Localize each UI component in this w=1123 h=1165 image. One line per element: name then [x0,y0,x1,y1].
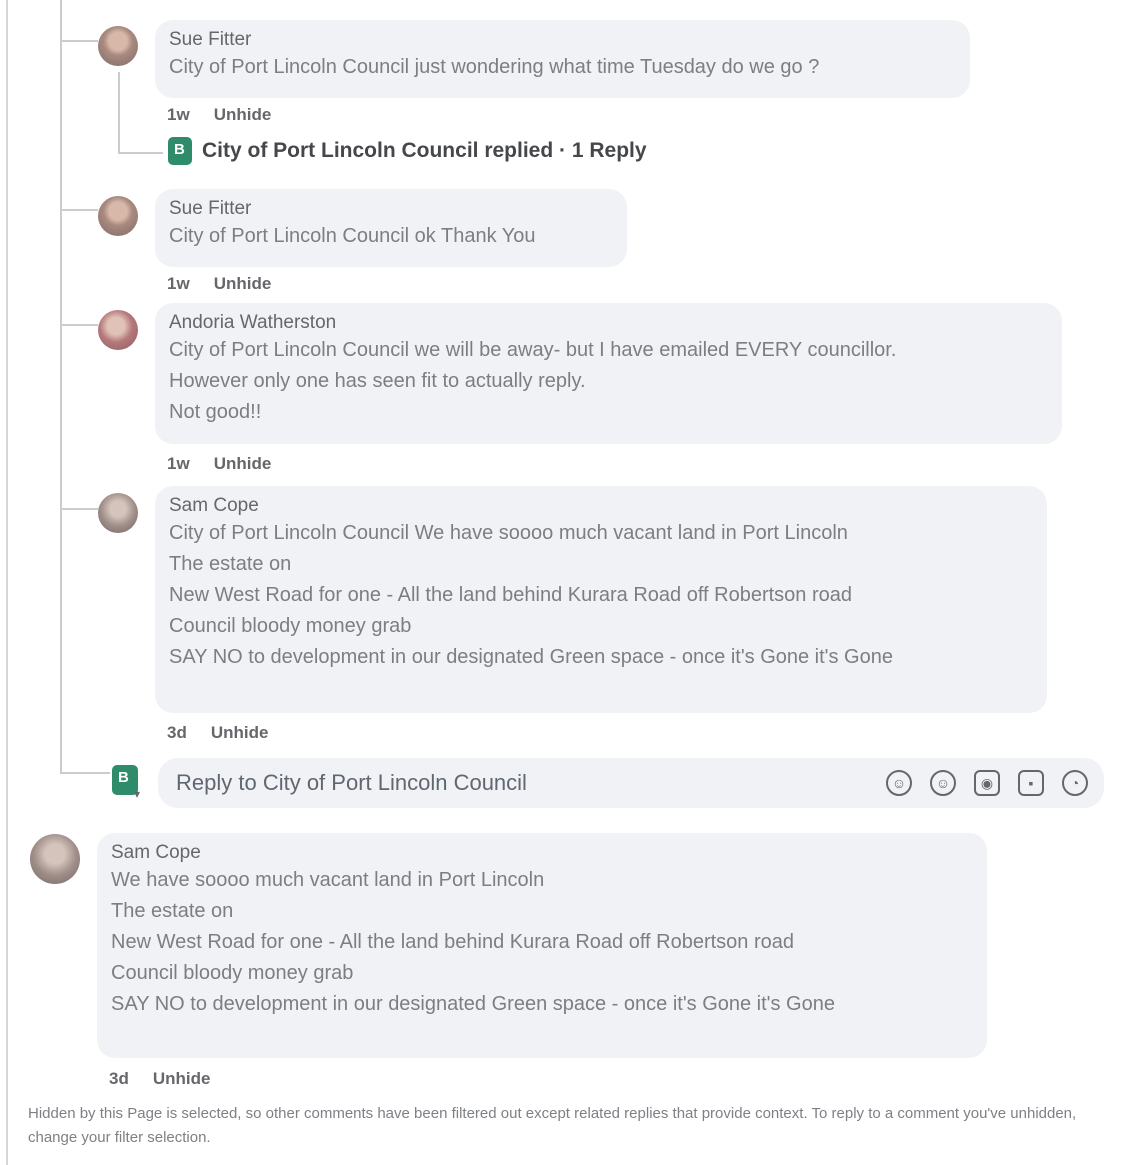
thread-connector [60,40,98,42]
comment-text: City of Port Lincoln Council We have soo… [169,522,848,544]
comment-author[interactable]: Sue Fitter [169,197,613,221]
comment-text: Council bloody money grab [169,615,412,637]
comment-text: However only one has seen fit to actuall… [169,370,586,392]
comment-time[interactable]: 1w [167,274,190,294]
gif-icon[interactable]: ▪ [1018,770,1044,796]
unhide-button[interactable]: Unhide [214,105,272,125]
thread-connector [60,209,98,211]
emoji-icon[interactable]: ☺ [930,770,956,796]
camera-icon[interactable]: ◉ [974,770,1000,796]
comment-time[interactable]: 1w [167,454,190,474]
comment-text: We have soooo much vacant land in Port L… [111,869,545,891]
comment-bubble: Sue Fitter City of Port Lincoln Council … [155,189,627,267]
comment-text: City of Port Lincoln Council we will be … [169,339,897,361]
comment-text: New West Road for one - All the land beh… [169,584,852,606]
comment-author[interactable]: Andoria Watherston [169,311,1048,335]
thread-connector [60,324,98,326]
avatar[interactable] [98,310,138,350]
comment-text: City of Port Lincoln Council just wonder… [169,56,820,78]
comment-bubble: Sam Cope We have soooo much vacant land … [97,833,987,1058]
comment-author[interactable]: Sam Cope [111,841,973,865]
comment-text: SAY NO to development in our designated … [111,993,835,1015]
comment-bubble: Andoria Watherston City of Port Lincoln … [155,303,1062,444]
comment-text: City of Port Lincoln Council ok Thank Yo… [169,225,536,247]
comment-meta: 1w Unhide [167,105,271,125]
comment-meta: 1w Unhide [167,274,271,294]
avatar[interactable] [98,493,138,533]
unhide-button[interactable]: Unhide [211,723,269,743]
avatar[interactable] [98,196,138,236]
comment-author[interactable]: Sue Fitter [169,28,956,52]
unhide-button[interactable]: Unhide [214,454,272,474]
thread-connector [60,508,98,510]
replies-summary[interactable]: City of Port Lincoln Council replied · 1… [168,137,647,165]
unhide-button[interactable]: Unhide [214,274,272,294]
reply-thread-connector [118,152,163,154]
comment-text: The estate on [169,553,292,575]
replies-summary-text[interactable]: City of Port Lincoln Council replied · 1… [202,139,647,163]
reply-thread-line [118,72,120,154]
left-border [6,0,8,1165]
comment-author[interactable]: Sam Cope [169,494,1033,518]
page-avatar-icon [168,137,192,165]
comment-text: SAY NO to development in our designated … [169,646,893,668]
comment-meta: 3d Unhide [109,1069,210,1089]
avatar-emoji-icon[interactable]: ☺ [886,770,912,796]
composer-tools: ☺ ☺ ◉ ▪ ◔ [886,770,1088,796]
thread-connector [60,772,110,774]
comment-bubble: Sam Cope City of Port Lincoln Council We… [155,486,1047,713]
sticker-icon[interactable]: ◔ [1062,770,1088,796]
unhide-button[interactable]: Unhide [153,1069,211,1089]
page-avatar-switcher[interactable]: ▾ [112,765,142,801]
comment-bubble: Sue Fitter City of Port Lincoln Council … [155,20,970,98]
comment-text: The estate on [111,900,234,922]
comment-text: New West Road for one - All the land beh… [111,931,794,953]
comment-text: Council bloody money grab [111,962,354,984]
comment-time[interactable]: 1w [167,105,190,125]
reply-composer: ☺ ☺ ◉ ▪ ◔ [158,758,1104,808]
comment-time[interactable]: 3d [109,1069,129,1089]
comment-text: Not good!! [169,401,262,423]
comment-meta: 3d Unhide [167,723,268,743]
chevron-down-icon: ▾ [134,787,141,801]
comment-meta: 1w Unhide [167,454,271,474]
thread-line [60,0,62,772]
comment-time[interactable]: 3d [167,723,187,743]
avatar[interactable] [30,834,80,884]
reply-input[interactable] [174,769,886,797]
avatar[interactable] [98,26,138,66]
filter-notice: Hidden by this Page is selected, so othe… [28,1105,1077,1146]
